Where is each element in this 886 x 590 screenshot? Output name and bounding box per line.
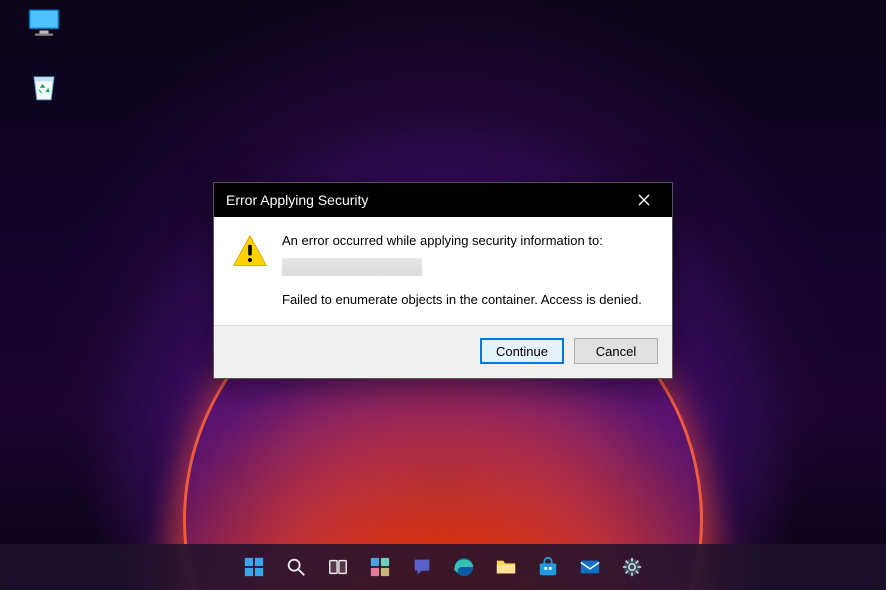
desktop-icon-this-pc[interactable] xyxy=(12,8,76,60)
taskbar-widgets[interactable] xyxy=(362,549,398,585)
search-icon xyxy=(285,556,307,578)
recycle-bin-icon xyxy=(27,70,61,104)
dialog-footer: Continue Cancel xyxy=(214,325,672,378)
taskbar-start[interactable] xyxy=(236,549,272,585)
warning-icon xyxy=(232,233,268,313)
dialog-message: An error occurred while applying securit… xyxy=(282,233,654,313)
dialog-titlebar[interactable]: Error Applying Security xyxy=(214,183,672,217)
cancel-button[interactable]: Cancel xyxy=(574,338,658,364)
close-icon xyxy=(638,194,650,206)
widgets-icon xyxy=(369,556,391,578)
dialog-message-line2: Failed to enumerate objects in the conta… xyxy=(282,292,654,307)
taskbar-mail[interactable] xyxy=(572,549,608,585)
taskbar-edge[interactable] xyxy=(446,549,482,585)
file-explorer-icon xyxy=(495,556,517,578)
continue-button[interactable]: Continue xyxy=(480,338,564,364)
mail-icon xyxy=(579,556,601,578)
task-view-icon xyxy=(327,556,349,578)
dialog-message-line1: An error occurred while applying securit… xyxy=(282,233,654,248)
settings-icon xyxy=(621,556,643,578)
dialog-body: An error occurred while applying securit… xyxy=(214,217,672,325)
taskbar-file-explorer[interactable] xyxy=(488,549,524,585)
close-button[interactable] xyxy=(622,186,666,214)
taskbar-search[interactable] xyxy=(278,549,314,585)
desktop-icon-recycle-bin[interactable] xyxy=(12,70,76,122)
store-icon xyxy=(537,556,559,578)
taskbar-store[interactable] xyxy=(530,549,566,585)
dialog-title: Error Applying Security xyxy=(226,192,368,208)
monitor-icon xyxy=(26,8,62,38)
taskbar-chat[interactable] xyxy=(404,549,440,585)
taskbar-task-view[interactable] xyxy=(320,549,356,585)
edge-icon xyxy=(453,556,475,578)
desktop-icon-area xyxy=(12,8,76,132)
taskbar-settings[interactable] xyxy=(614,549,650,585)
chat-icon xyxy=(411,556,433,578)
taskbar xyxy=(0,544,886,590)
redacted-path xyxy=(282,258,422,276)
error-dialog: Error Applying Security An error occurre… xyxy=(213,182,673,379)
start-icon xyxy=(243,556,265,578)
